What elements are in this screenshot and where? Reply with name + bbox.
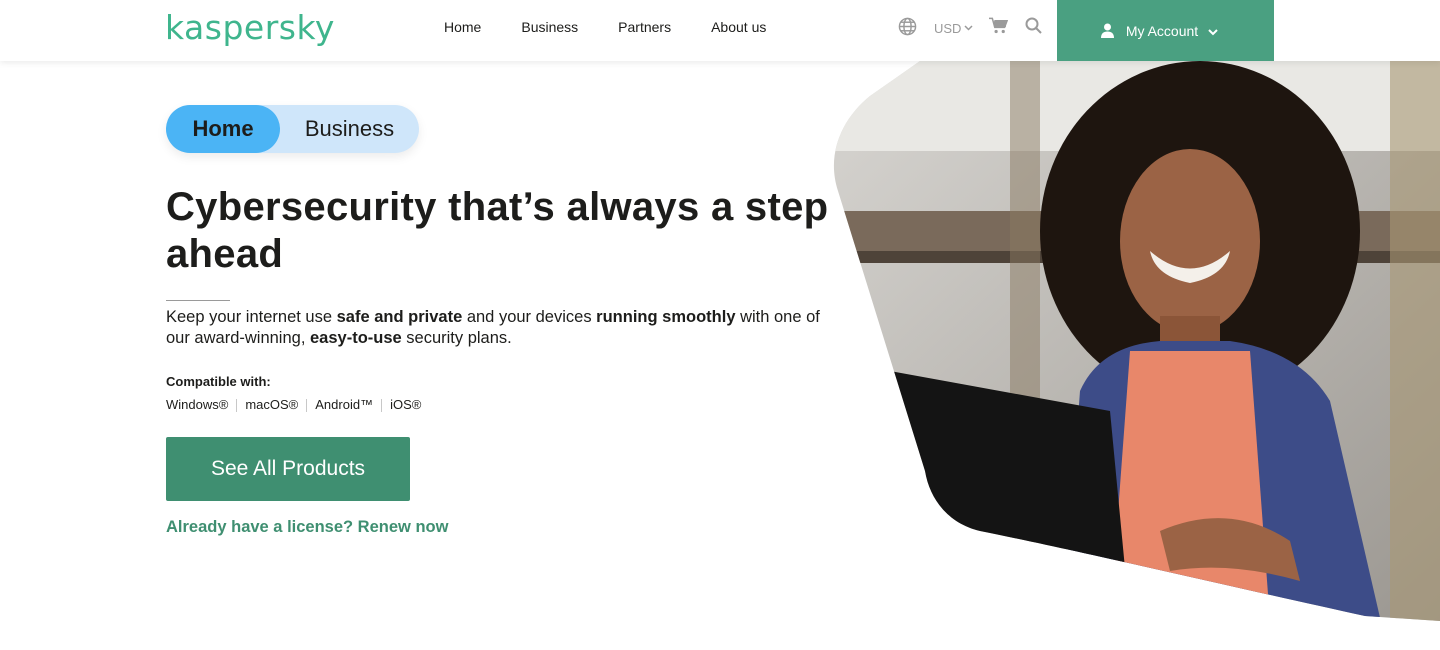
hero-lead: Keep your internet use safe and private …	[166, 307, 826, 349]
lead-bold: safe and private	[336, 308, 463, 326]
search-icon[interactable]	[1025, 17, 1042, 34]
hero-photo	[833, 61, 1440, 621]
platform-android: Android™	[315, 397, 374, 412]
nav-home[interactable]: Home	[444, 19, 481, 35]
chevron-down-icon	[964, 23, 973, 34]
my-account-label: My Account	[1125, 22, 1199, 39]
toggle-home[interactable]: Home	[166, 105, 280, 153]
platform-list: Windows® macOS® Android™ iOS®	[166, 397, 421, 412]
compatible-label: Compatible with:	[166, 374, 271, 389]
main-nav: Home Business Partners About us	[444, 19, 806, 35]
see-all-products-button[interactable]: See All Products	[166, 437, 410, 501]
lead-bold: running smoothly	[596, 308, 736, 326]
chevron-down-icon	[1208, 23, 1230, 39]
lead-bold: easy-to-use	[310, 329, 402, 347]
toggle-business[interactable]: Business	[280, 105, 419, 153]
globe-icon[interactable]	[898, 17, 917, 36]
site-header: kaspersky Home Business Partners About u…	[0, 0, 1440, 61]
currency-selector[interactable]: USD	[934, 21, 973, 36]
segment-toggle: Home Business	[166, 105, 419, 153]
separator	[306, 399, 308, 412]
platform-ios: iOS®	[390, 397, 422, 412]
renew-link[interactable]: Already have a license? Renew now	[166, 518, 448, 537]
nav-partners[interactable]: Partners	[618, 19, 671, 35]
platform-macos: macOS®	[245, 397, 299, 412]
nav-about-us[interactable]: About us	[711, 19, 766, 35]
separator	[236, 399, 238, 412]
user-icon	[1100, 23, 1114, 38]
lead-text: security plans.	[401, 329, 512, 347]
hero-title: Cybersecurity that’s always a step ahead	[166, 185, 829, 276]
lead-text: Keep your internet use	[166, 308, 337, 326]
separator	[381, 399, 383, 412]
platform-windows: Windows®	[166, 397, 229, 412]
kaspersky-logo[interactable]: kaspersky	[165, 8, 335, 47]
lead-text: and your devices	[462, 308, 597, 326]
nav-business[interactable]: Business	[521, 19, 578, 35]
divider	[166, 300, 230, 301]
cart-icon[interactable]	[989, 17, 1008, 35]
my-account-button[interactable]: My Account	[1057, 0, 1274, 61]
currency-label: USD	[934, 21, 962, 36]
